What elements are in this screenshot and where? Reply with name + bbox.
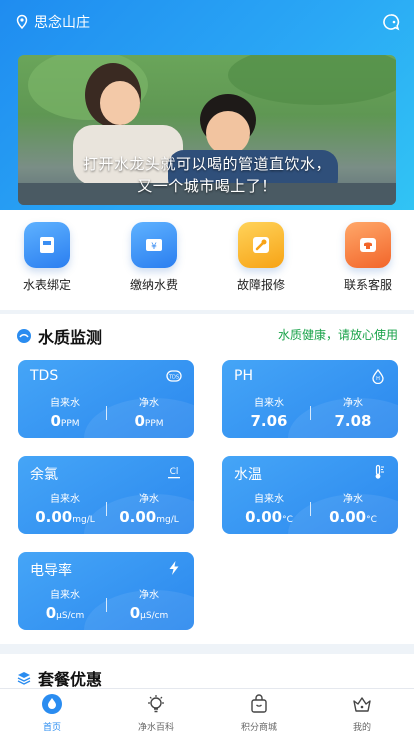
- divider: [310, 502, 311, 516]
- payment-icon: ¥: [131, 222, 177, 268]
- location-selector[interactable]: 思念山庄: [14, 12, 90, 32]
- metric-card-tds[interactable]: TDS TDS 自来水 0PPM 净水 0PPM: [18, 360, 194, 438]
- tap-water-unit: μS/cm: [56, 611, 85, 621]
- tap-water-label: 自来水: [50, 494, 80, 505]
- meter-icon: [24, 222, 70, 268]
- tap-water-unit: PPM: [60, 419, 80, 429]
- tab-points-mall[interactable]: 积分商城: [229, 693, 289, 733]
- metric-name: 水温: [234, 467, 262, 483]
- service-label: 水表绑定: [22, 278, 71, 292]
- tap-water-label: 自来水: [50, 590, 80, 601]
- section-title: 套餐优惠: [16, 666, 102, 690]
- crown-icon: [353, 697, 371, 712]
- divider: [106, 502, 107, 516]
- pure-water-value: 0.00: [329, 508, 367, 526]
- tap-water-value: 0: [50, 412, 61, 430]
- service-label: 联系客服: [343, 278, 392, 292]
- svg-text:Cl: Cl: [170, 467, 179, 477]
- tap-water-value: 0.00: [245, 508, 283, 526]
- metric-name: 余氯: [30, 467, 58, 483]
- wrench-icon: [238, 222, 284, 268]
- svg-text:H: H: [376, 376, 380, 382]
- lightning-icon: [169, 561, 179, 575]
- water-drop-icon: [42, 694, 62, 714]
- pure-water-label: 净水: [139, 398, 159, 409]
- tap-water-value: 0.00: [35, 508, 73, 526]
- metric-name: PH: [234, 368, 253, 384]
- service-contact-support[interactable]: 联系客服: [328, 222, 408, 293]
- ph-icon: H: [372, 368, 384, 384]
- quality-status-text: 水质健康，请放心使用: [277, 328, 398, 342]
- divider: [106, 406, 107, 420]
- pure-water-unit: PPM: [144, 419, 164, 429]
- tds-icon: TDS: [166, 370, 182, 382]
- pure-water-label: 净水: [139, 590, 159, 601]
- service-label: 故障报修: [236, 278, 285, 292]
- location-pin-icon: [16, 14, 28, 30]
- tab-profile[interactable]: 我的: [332, 693, 392, 733]
- thermometer-icon: [375, 464, 384, 479]
- divider: [106, 598, 107, 612]
- divider: [310, 406, 311, 420]
- water-drop-icon: [17, 329, 31, 343]
- metric-name: 电导率: [30, 563, 72, 579]
- location-name: 思念山庄: [34, 15, 90, 31]
- pure-water-unit: mg/L: [156, 515, 179, 525]
- metric-card-ph[interactable]: PH H 自来水 7.06 净水 7.08: [222, 360, 398, 438]
- tap-water-label: 自来水: [50, 398, 80, 409]
- service-repair[interactable]: 故障报修: [221, 222, 301, 293]
- service-label: 缴纳水费: [129, 278, 178, 292]
- tab-home[interactable]: 首页: [22, 693, 82, 733]
- pure-water-value: 0.00: [119, 508, 157, 526]
- svg-text:TDS: TDS: [168, 375, 179, 381]
- service-meter-binding[interactable]: 水表绑定: [7, 222, 87, 293]
- pure-water-label: 净水: [343, 398, 363, 409]
- tap-water-value: 7.06: [250, 412, 288, 430]
- tap-water-unit: mg/L: [72, 515, 95, 525]
- pure-water-unit: °C: [366, 515, 377, 525]
- pure-water-value: 0: [134, 412, 145, 430]
- pure-water-label: 净水: [343, 494, 363, 505]
- water-quality-section: 水质监测 水质健康，请放心使用 TDS TDS 自来水 0PPM 净水 0PPM…: [0, 314, 414, 644]
- section-title: 水质监测: [16, 324, 102, 348]
- message-icon[interactable]: [382, 13, 400, 31]
- metric-card-temperature[interactable]: 水温 自来水 0.00°C 净水 0.00°C: [222, 456, 398, 534]
- phone-icon: [345, 222, 391, 268]
- metric-card-conductivity[interactable]: 电导率 自来水 0μS/cm 净水 0μS/cm: [18, 552, 194, 630]
- pure-water-unit: μS/cm: [140, 611, 169, 621]
- service-pay-bill[interactable]: ¥ 缴纳水费: [114, 222, 194, 293]
- tap-water-label: 自来水: [254, 398, 284, 409]
- pure-water-label: 净水: [139, 494, 159, 505]
- metric-card-chlorine[interactable]: 余氯 Cl 自来水 0.00mg/L 净水 0.00mg/L: [18, 456, 194, 534]
- metric-name: TDS: [30, 368, 59, 384]
- tab-encyclopedia[interactable]: 净水百科: [126, 693, 186, 733]
- shopping-bag-icon: [251, 694, 267, 713]
- bottom-tab-bar: 首页 净水百科 积分商城 我的: [0, 688, 414, 736]
- banner-headline: 打开水龙头就可以喝的管道直饮水，: [82, 155, 331, 173]
- banner-subline: 又一个城市喝上了！: [137, 177, 277, 195]
- svg-text:¥: ¥: [151, 242, 157, 252]
- pure-water-value: 0: [129, 604, 141, 622]
- chlorine-icon: Cl: [168, 467, 180, 479]
- tap-water-unit: °C: [282, 515, 293, 525]
- service-grid: 水表绑定 ¥ 缴纳水费 故障报修 联系客服: [0, 210, 414, 310]
- tap-water-label: 自来水: [254, 494, 284, 505]
- layers-icon: [17, 672, 31, 685]
- promo-banner[interactable]: 打开水龙头就可以喝的管道直饮水， 又一个城市喝上了！: [18, 55, 396, 205]
- tap-water-value: 0: [45, 604, 57, 622]
- bulb-icon: [148, 695, 164, 713]
- pure-water-value: 7.08: [334, 412, 372, 430]
